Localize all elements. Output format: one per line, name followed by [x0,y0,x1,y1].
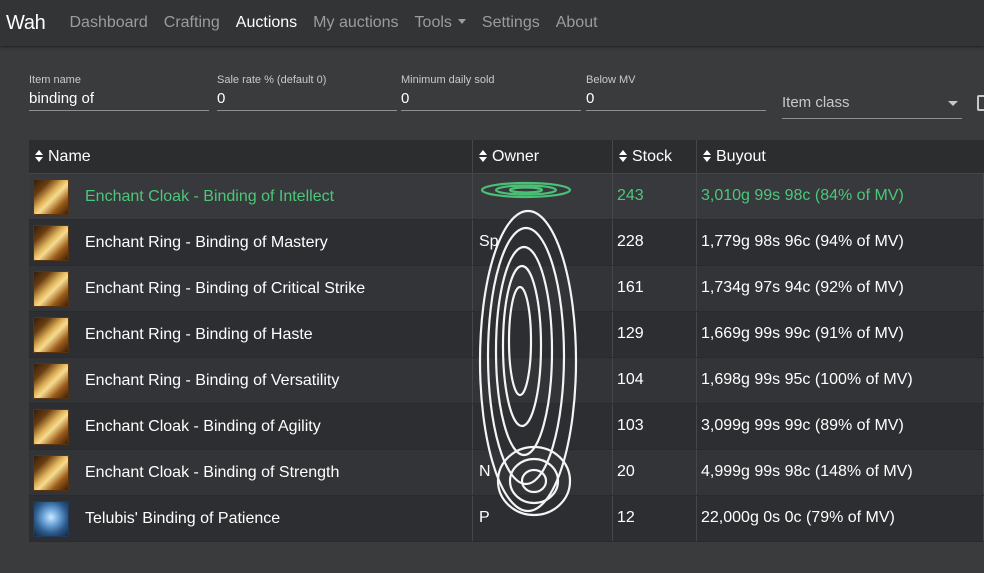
stock-cell: 104 [613,358,697,403]
dropdown-arrow-icon [948,101,958,106]
column-header-stock[interactable]: Stock [613,140,697,173]
scroll-icon [33,408,69,445]
stock-cell: 243 [613,174,697,219]
stock-cell: 103 [613,404,697,449]
table-row[interactable]: Enchant Ring - Binding of Mastery Sp 228… [29,220,984,266]
table-row[interactable]: Enchant Cloak - Binding of Strength N 20… [29,450,984,496]
item-class-placeholder: Item class [782,94,850,111]
nav-tools-label: Tools [414,14,452,31]
table-row[interactable]: Enchant Cloak - Binding of Intellect 243… [29,174,984,220]
item-name[interactable]: Enchant Cloak - Binding of Agility [85,405,321,449]
owner-cell [473,404,613,449]
nav-tools[interactable]: Tools [415,14,466,32]
sale-rate-filter: Sale rate % (default 0) 0 [217,72,397,111]
stock-cell: 129 [613,312,697,357]
owner-cell: P [473,496,613,541]
item-name-label: Item name [29,74,81,86]
gem-icon [33,500,69,537]
auctions-table: Name Owner Stock Buyout Enchant Cloak - … [29,140,984,542]
sort-icon [479,150,487,162]
buyout-cell: 1,669g 99s 99c (91% of MV) [697,312,984,357]
column-header-name[interactable]: Name [29,140,473,173]
item-class-select[interactable]: Item class [782,90,962,119]
below-mv-input[interactable]: 0 [586,88,766,111]
nav-dashboard[interactable]: Dashboard [69,14,147,32]
min-daily-sold-filter: Minimum daily sold 0 [401,72,581,111]
column-label: Owner [492,148,540,165]
table-row[interactable]: Enchant Ring - Binding of Haste 129 1,66… [29,312,984,358]
item-name[interactable]: Enchant Cloak - Binding of Intellect [85,175,334,219]
buyout-cell: 1,779g 98s 96c (94% of MV) [697,220,984,265]
nav-about[interactable]: About [556,14,598,32]
buyout-cell: 22,000g 0s 0c (79% of MV) [697,496,984,541]
table-row[interactable]: Enchant Cloak - Binding of Agility 103 3… [29,404,984,450]
buyout-cell: 3,099g 99s 99c (89% of MV) [697,404,984,449]
below-mv-label: Below MV [586,74,636,86]
brand-logo[interactable]: Wah [6,12,46,35]
sale-rate-label: Sale rate % (default 0) [217,74,327,86]
below-mv-filter: Below MV 0 [586,72,766,111]
column-header-owner[interactable]: Owner [473,140,613,173]
scroll-icon [33,270,69,307]
owner-cell [473,174,613,219]
buyout-cell: 1,734g 97s 94c (92% of MV) [697,266,984,311]
sort-icon [619,150,627,162]
stock-cell: 228 [613,220,697,265]
scroll-icon [33,362,69,399]
buyout-cell: 4,999g 99s 98c (148% of MV) [697,450,984,495]
nav-auctions[interactable]: Auctions [236,14,297,32]
sale-rate-input[interactable]: 0 [217,88,397,111]
sort-icon [703,150,711,162]
owner-cell: N [473,450,613,495]
item-name[interactable]: Enchant Cloak - Binding of Strength [85,451,339,495]
column-label: Buyout [716,148,766,165]
table-header: Name Owner Stock Buyout [29,140,984,174]
sort-icon [35,150,43,162]
buyout-cell: 3,010g 99s 98c (84% of MV) [697,174,984,219]
item-name[interactable]: Enchant Ring - Binding of Mastery [85,221,328,265]
nav-settings[interactable]: Settings [482,14,540,32]
table-row[interactable]: Telubis' Binding of Patience P 12 22,000… [29,496,984,542]
stock-cell: 12 [613,496,697,541]
stock-cell: 161 [613,266,697,311]
nav-crafting[interactable]: Crafting [164,14,220,32]
min-daily-sold-label: Minimum daily sold [401,74,495,86]
item-name[interactable]: Enchant Ring - Binding of Critical Strik… [85,267,365,311]
item-name-filter: Item name binding of [29,72,209,111]
column-header-buyout[interactable]: Buyout [697,140,984,173]
owner-cell: Sp [473,220,613,265]
item-name-input[interactable]: binding of [29,88,209,111]
scroll-icon [33,454,69,491]
item-name[interactable]: Telubis' Binding of Patience [85,497,280,541]
buyout-cell: 1,698g 99s 95c (100% of MV) [697,358,984,403]
stock-cell: 20 [613,450,697,495]
item-name[interactable]: Enchant Ring - Binding of Haste [85,313,313,357]
column-label: Name [48,148,91,165]
scroll-icon [33,224,69,261]
scroll-icon [33,316,69,353]
owner-cell [473,312,613,357]
table-row[interactable]: Enchant Ring - Binding of Critical Strik… [29,266,984,312]
scroll-icon [33,178,69,215]
table-row[interactable]: Enchant Ring - Binding of Versatility 10… [29,358,984,404]
owner-cell [473,358,613,403]
filter-checkbox[interactable] [977,95,984,111]
owner-cell [473,266,613,311]
nav-my-auctions[interactable]: My auctions [313,14,398,32]
column-label: Stock [632,148,673,165]
item-name[interactable]: Enchant Ring - Binding of Versatility [85,359,339,403]
navbar: Wah Dashboard Crafting Auctions My aucti… [0,0,984,46]
min-daily-sold-input[interactable]: 0 [401,88,581,111]
chevron-down-icon [457,19,466,24]
